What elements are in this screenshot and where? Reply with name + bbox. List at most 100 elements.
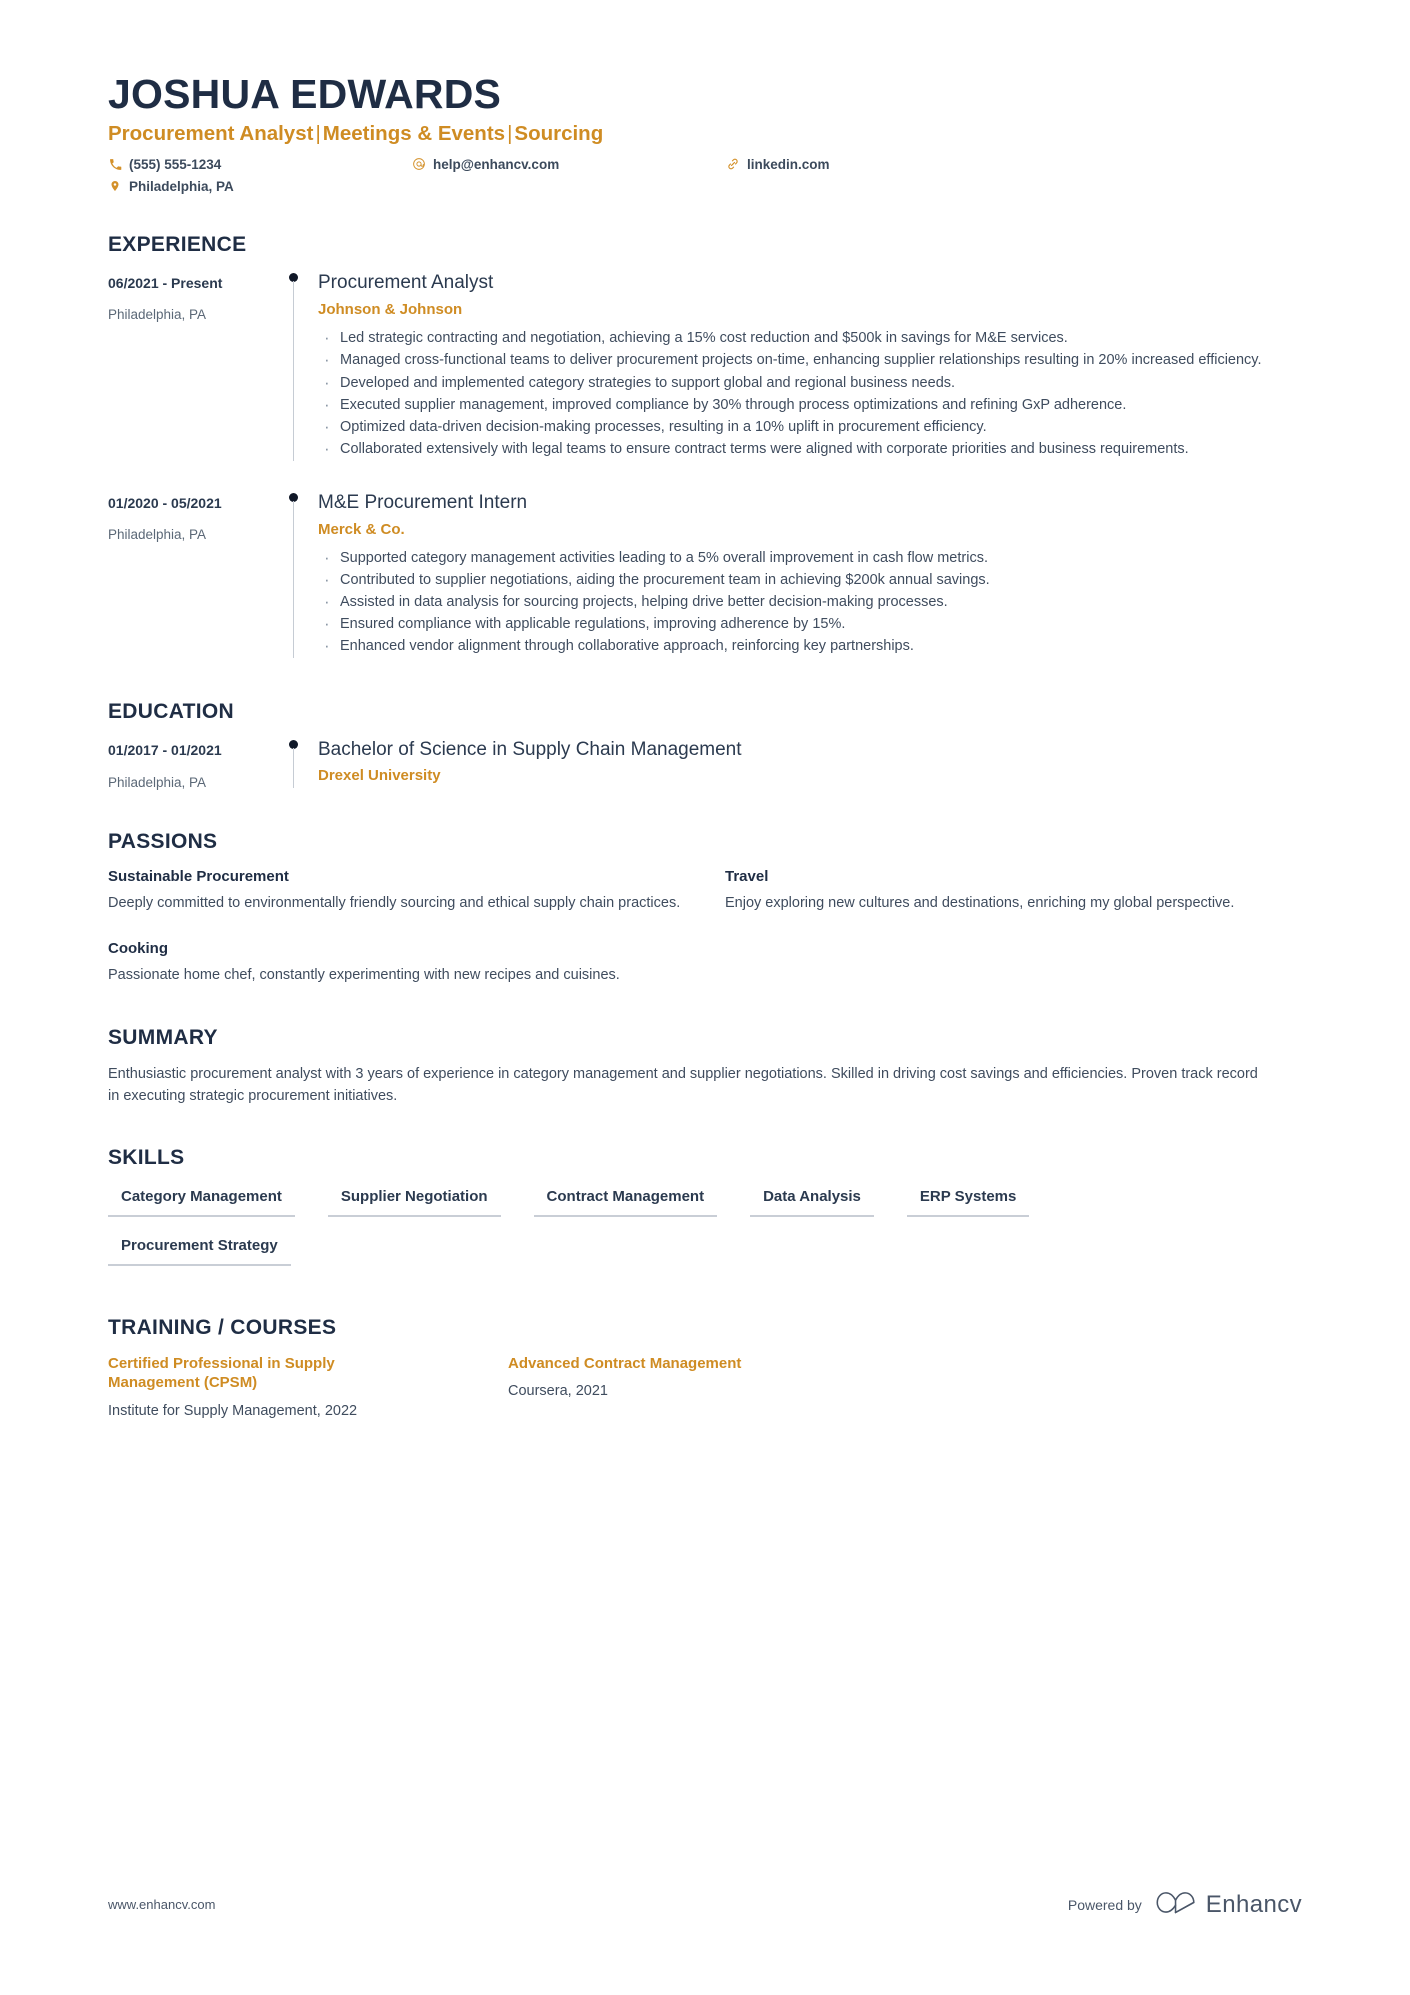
- experience-bullet: Optimized data-driven decision-making pr…: [318, 415, 1302, 440]
- education-location: Philadelphia, PA: [108, 774, 207, 790]
- enhancv-brand: Enhancv: [1155, 1889, 1302, 1920]
- training-grid: Certified Professional in Supply Managem…: [108, 1354, 1302, 1421]
- page-footer: www.enhancv.com Powered by Enhancv: [108, 1889, 1302, 1920]
- section-title-skills: SKILLS: [108, 1145, 185, 1169]
- timeline-rail: [280, 491, 308, 669]
- experience-entry-meta: 01/2020 - 05/2021 Philadelphia, PA: [108, 491, 280, 669]
- summary-text: Enthusiastic procurement analyst with 3 …: [108, 1066, 1258, 1104]
- experience-role: M&E Procurement Intern: [318, 491, 528, 513]
- skill-chip: Supplier Negotiation: [327, 1184, 501, 1217]
- contact-location-value: Philadelphia, PA: [129, 178, 234, 194]
- headline-part-1: Procurement Analyst: [108, 122, 314, 146]
- education-school: Drexel University: [318, 767, 441, 785]
- passion-description: Passionate home chef, constantly experim…: [108, 967, 620, 984]
- resume-header: JOSHUA EDWARDS Procurement Analyst|Meeti…: [108, 71, 1302, 201]
- experience-bullet: Ensured compliance with applicable regul…: [318, 612, 1302, 637]
- training-issuer: Institute for Supply Management, 2022: [108, 1402, 358, 1419]
- passion-name: Cooking: [108, 940, 168, 958]
- candidate-headline: Procurement Analyst|Meetings & Events|So…: [108, 121, 1302, 147]
- training-item: Advanced Contract Management Coursera, 2…: [508, 1354, 1302, 1421]
- experience-bullet: Managed cross-functional teams to delive…: [318, 348, 1302, 373]
- experience-entry-body: Procurement Analyst Johnson & Johnson Le…: [308, 271, 1302, 471]
- training-name: Advanced Contract Management: [508, 1354, 742, 1372]
- timeline-line: [293, 748, 294, 789]
- headline-separator-1: |: [315, 122, 321, 146]
- timeline-rail: [280, 271, 308, 471]
- skills-list: Category Management Supplier Negotiation…: [108, 1184, 1302, 1282]
- experience-date: 01/2020 - 05/2021: [108, 494, 222, 511]
- education-entry-meta: 01/2017 - 01/2021 Philadelphia, PA: [108, 738, 280, 794]
- passion-name: Sustainable Procurement: [108, 868, 289, 886]
- passion-description: Enjoy exploring new cultures and destina…: [725, 895, 1235, 912]
- experience-bullet: Supported category management activities…: [318, 546, 1302, 571]
- experience-bullet: Executed supplier management, improved c…: [318, 393, 1302, 418]
- section-experience: EXPERIENCE 06/2021 - Present Philadelphi…: [108, 233, 1302, 669]
- skill-chip: Data Analysis: [750, 1184, 874, 1217]
- section-passions: PASSIONS Sustainable Procurement Deeply …: [108, 830, 1302, 986]
- powered-by-label: Powered by: [1067, 1896, 1142, 1913]
- headline-separator-2: |: [507, 122, 513, 146]
- passion-name: Travel: [725, 868, 769, 886]
- experience-entry: 01/2020 - 05/2021 Philadelphia, PA M&E P…: [108, 491, 1302, 669]
- skill-chip: ERP Systems: [906, 1184, 1030, 1217]
- section-title-experience: EXPERIENCE: [108, 232, 247, 256]
- passion-description: Deeply committed to environmentally frie…: [108, 895, 681, 912]
- section-title-summary: SUMMARY: [108, 1026, 218, 1050]
- section-education: EDUCATION 01/2017 - 01/2021 Philadelphia…: [108, 700, 1302, 794]
- training-item: Certified Professional in Supply Managem…: [108, 1354, 508, 1421]
- skill-chip: Category Management: [108, 1184, 295, 1217]
- section-training: TRAINING / COURSES Certified Professiona…: [108, 1316, 1302, 1421]
- skill-chip: Procurement Strategy: [108, 1233, 291, 1266]
- experience-bullet: Led strategic contracting and negotiatio…: [318, 326, 1302, 351]
- footer-branding: Powered by Enhancv: [1068, 1889, 1302, 1920]
- contact-phone-value: (555) 555-1234: [129, 156, 222, 172]
- skill-chip: Contract Management: [533, 1184, 718, 1217]
- experience-entry-body: M&E Procurement Intern Merck & Co. Suppo…: [308, 491, 1302, 669]
- education-degree: Bachelor of Science in Supply Chain Mana…: [318, 739, 742, 761]
- timeline-rail: [280, 738, 308, 794]
- passion-item: Sustainable Procurement Deeply committed…: [108, 868, 685, 914]
- passions-grid: Sustainable Procurement Deeply committed…: [108, 868, 1302, 986]
- experience-location: Philadelphia, PA: [108, 526, 207, 542]
- education-date: 01/2017 - 01/2021: [108, 742, 222, 759]
- experience-bullet: Developed and implemented category strat…: [318, 370, 1302, 395]
- experience-entry-meta: 06/2021 - Present Philadelphia, PA: [108, 271, 280, 471]
- experience-date: 06/2021 - Present: [108, 274, 223, 291]
- experience-location: Philadelphia, PA: [108, 306, 207, 322]
- passion-item: Travel Enjoy exploring new cultures and …: [725, 868, 1302, 914]
- contact-details: (555) 555-1234 Philadelphia, PA help@enh…: [108, 157, 1302, 201]
- experience-entry: 06/2021 - Present Philadelphia, PA Procu…: [108, 271, 1302, 471]
- experience-company: Johnson & Johnson: [318, 301, 463, 319]
- section-title-training: TRAINING / COURSES: [108, 1315, 337, 1339]
- section-skills: SKILLS Category Management Supplier Nego…: [108, 1146, 1302, 1282]
- section-title-passions: PASSIONS: [108, 830, 218, 854]
- enhancv-infinity-logo-icon: [1155, 1889, 1197, 1920]
- passion-item-empty: [725, 940, 1302, 986]
- experience-bullets: Supported category management activities…: [318, 546, 1302, 659]
- education-entry-body: Bachelor of Science in Supply Chain Mana…: [308, 738, 1302, 794]
- phone-icon: [108, 157, 122, 171]
- location-pin-icon: [108, 179, 122, 193]
- section-summary: SUMMARY Enthusiastic procurement analyst…: [108, 1026, 1302, 1108]
- resume-page: JOSHUA EDWARDS Procurement Analyst|Meeti…: [0, 0, 1410, 1995]
- passion-item: Cooking Passionate home chef, constantly…: [108, 940, 685, 986]
- contact-phone[interactable]: (555) 555-1234: [108, 157, 221, 172]
- headline-part-3: Sourcing: [514, 122, 604, 146]
- experience-bullet: Enhanced vendor alignment through collab…: [318, 634, 1302, 659]
- contact-linkedin-value: linkedin.com: [747, 156, 830, 172]
- timeline-line: [293, 280, 294, 461]
- training-issuer: Coursera, 2021: [508, 1383, 608, 1400]
- experience-bullet: Contributed to supplier negotiations, ai…: [318, 568, 1302, 593]
- contact-linkedin[interactable]: linkedin.com: [726, 157, 830, 172]
- candidate-name: JOSHUA EDWARDS: [108, 71, 502, 117]
- education-entry: 01/2017 - 01/2021 Philadelphia, PA Bache…: [108, 738, 1302, 794]
- headline-part-2: Meetings & Events: [322, 122, 506, 146]
- timeline-line: [293, 500, 294, 659]
- experience-company: Merck & Co.: [318, 521, 405, 539]
- section-title-education: EDUCATION: [108, 700, 234, 724]
- enhancv-brand-name: Enhancv: [1205, 1890, 1302, 1918]
- email-at-icon: [412, 157, 426, 171]
- footer-website-url[interactable]: www.enhancv.com: [108, 1897, 215, 1912]
- contact-email[interactable]: help@enhancv.com: [412, 157, 559, 172]
- training-name: Certified Professional in Supply Managem…: [108, 1354, 335, 1392]
